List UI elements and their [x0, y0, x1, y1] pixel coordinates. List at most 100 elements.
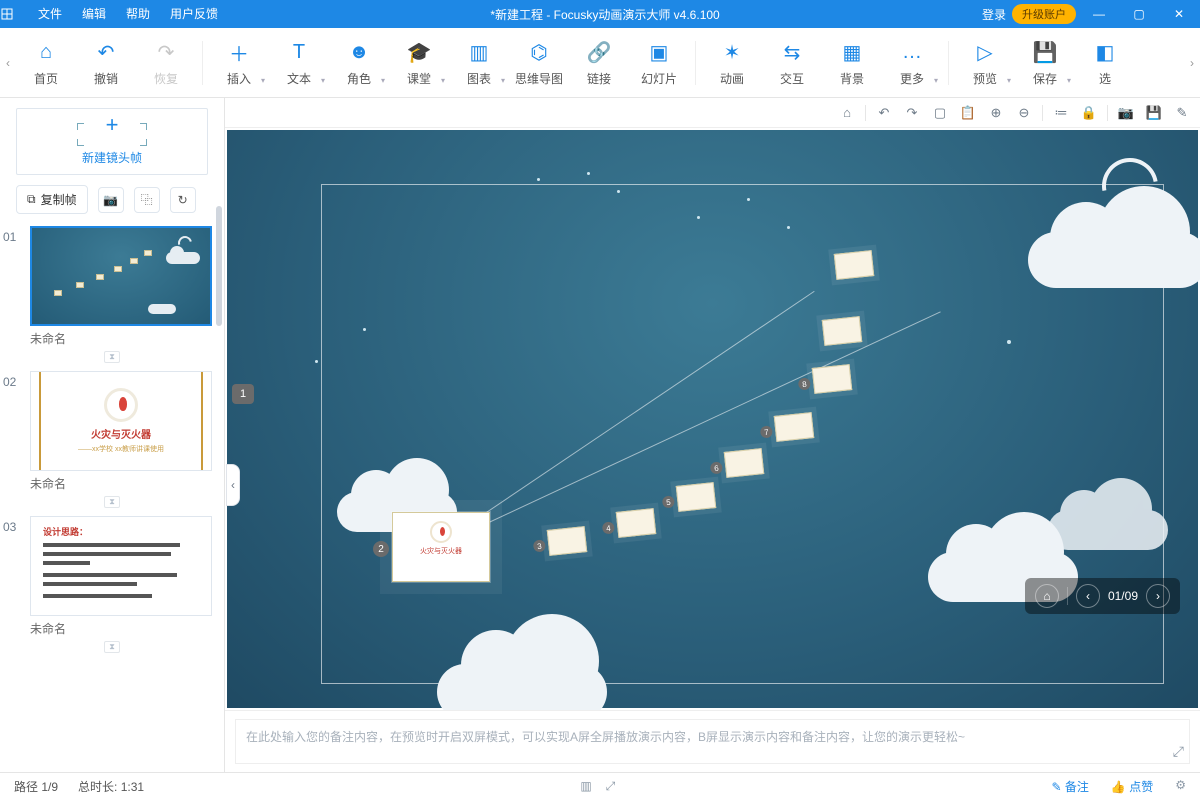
ribbon-课堂[interactable]: 🎓课堂▾: [389, 38, 449, 87]
zoom-out-icon[interactable]: ⊖: [1012, 102, 1036, 124]
rotate-right-icon[interactable]: ↷: [900, 102, 924, 124]
ribbon-icon: ↶: [76, 38, 136, 66]
ribbon-动画[interactable]: ✶ 动画: [702, 38, 762, 87]
lock-icon[interactable]: 🔒: [1077, 102, 1101, 124]
rotate-left-icon[interactable]: ↶: [872, 102, 896, 124]
menu-edit[interactable]: 编辑: [72, 0, 116, 28]
ribbon-prev-icon[interactable]: ‹: [0, 56, 16, 70]
ribbon-更多[interactable]: …更多▾: [882, 38, 942, 87]
expand-notes-icon[interactable]: ⤢: [1173, 743, 1184, 760]
login-link[interactable]: 登录: [982, 6, 1006, 23]
ribbon-撤销[interactable]: ↶撤销: [76, 38, 136, 87]
slide-thumb[interactable]: 02火灾与灭火器——xx学校 xx教师讲课使用未命名⧗: [0, 369, 224, 514]
path-node[interactable]: 7: [774, 412, 815, 442]
slide-thumb[interactable]: 01未命名⧗: [0, 224, 224, 369]
refresh-button[interactable]: ↻: [170, 187, 196, 213]
paste-icon[interactable]: 📋: [956, 102, 980, 124]
close-button[interactable]: ✕: [1162, 0, 1196, 28]
path-node[interactable]: 3: [547, 526, 588, 556]
ribbon-label: 恢复: [136, 70, 196, 87]
ribbon-icon: ⌬: [509, 38, 569, 66]
notes-toggle-button[interactable]: ✎ 备注: [1052, 778, 1089, 795]
slide-number: 01: [3, 230, 16, 244]
ribbon-预览[interactable]: ▷预览▾: [955, 38, 1015, 87]
ribbon-label: 首页: [16, 70, 76, 87]
ribbon-icon: ⌂: [16, 38, 76, 66]
like-button[interactable]: 👍 点赞: [1111, 778, 1153, 795]
menu-help[interactable]: 帮助: [116, 0, 160, 28]
slide-thumb[interactable]: 03设计思路：未命名⧗: [0, 514, 224, 659]
pager-prev-button[interactable]: ‹: [1076, 584, 1100, 608]
copy-icon: ⧉: [27, 192, 36, 207]
zoom-in-icon[interactable]: ⊕: [984, 102, 1008, 124]
ribbon-label: 幻灯片: [629, 70, 689, 87]
refresh-icon: ↻: [178, 193, 188, 207]
path-node[interactable]: 4: [616, 508, 657, 538]
path-node[interactable]: 5: [676, 482, 717, 512]
notes-input[interactable]: 在此处输入您的备注内容，在预览时开启双屏模式，可以实现A屏全屏播放演示内容，B屏…: [235, 719, 1190, 764]
ribbon-icon: ▷: [955, 38, 1015, 66]
ribbon-icon: ▦: [822, 38, 882, 66]
ribbon-保存[interactable]: 💾保存▾: [1015, 38, 1075, 87]
upgrade-button[interactable]: 升级账户: [1012, 4, 1076, 24]
frames-sidebar: + 新建镜头帧 ⧉ 复制帧 📷 ⿻ ↻ 01未命名⧗02火灾与灭火器——xx学校…: [0, 98, 225, 772]
ribbon-恢复[interactable]: ↷恢复: [136, 38, 196, 87]
ribbon-链接[interactable]: 🔗链接: [569, 38, 629, 87]
ribbon-icon: ✶: [702, 38, 762, 66]
pager-home-button[interactable]: ⌂: [1035, 584, 1059, 608]
maximize-button[interactable]: ▢: [1122, 0, 1156, 28]
ribbon-icon: ☻: [329, 38, 389, 66]
collapse-sidebar-button[interactable]: ‹: [226, 464, 240, 506]
ribbon-幻灯片[interactable]: ▣幻灯片: [629, 38, 689, 87]
ribbon-插入[interactable]: ＋插入▾: [209, 38, 269, 87]
canvas-area[interactable]: 1 ‹ 2 火灾与灭火器 34567 8: [227, 130, 1198, 708]
menu-feedback[interactable]: 用户反馈: [160, 0, 228, 28]
path-node[interactable]: 8: [812, 364, 853, 394]
chevron-down-icon: ▾: [1067, 76, 1071, 85]
ribbon-首页[interactable]: ⌂ 首页: [16, 38, 76, 87]
ribbon-思维导图[interactable]: ⌬思维导图: [509, 38, 569, 87]
menu-bar: 文件 编辑 帮助 用户反馈: [28, 0, 228, 28]
align-icon[interactable]: ≔: [1049, 102, 1073, 124]
status-mid-icon[interactable]: ⤢: [606, 779, 616, 794]
slide-caption: 未命名: [30, 620, 212, 637]
qr-button[interactable]: ⿻: [134, 187, 160, 213]
new-frame-button[interactable]: + 新建镜头帧: [16, 108, 208, 175]
camera-button[interactable]: 📷: [98, 187, 124, 213]
ribbon-icon: ⇆: [762, 38, 822, 66]
ribbon-toolbar: ‹ ⌂ 首页↶撤销↷恢复 ＋插入▾T文本▾☻角色▾🎓课堂▾▥图表▾⌬思维导图🔗链接▣…: [0, 28, 1200, 98]
ribbon-图表[interactable]: ▥图表▾: [449, 38, 509, 87]
chevron-down-icon: ▾: [441, 76, 445, 85]
copy-frame-button[interactable]: ⧉ 复制帧: [16, 185, 88, 214]
ribbon-label: 动画: [702, 70, 762, 87]
menu-file[interactable]: 文件: [28, 0, 72, 28]
ribbon-背景[interactable]: ▦背景: [822, 38, 882, 87]
path-node[interactable]: 6: [724, 448, 765, 478]
ribbon-文本[interactable]: T文本▾: [269, 38, 329, 87]
pager-next-button[interactable]: ›: [1146, 584, 1170, 608]
slide-timer-icon: ⧗: [104, 641, 120, 653]
status-duration: 总时长: 1:31: [78, 778, 144, 795]
settings-icon[interactable]: ⚙: [1175, 778, 1186, 795]
path-node[interactable]: [834, 250, 875, 280]
cloud-graphic: [1048, 510, 1168, 550]
new-frame-label: 新建镜头帧: [17, 149, 207, 166]
ribbon-next-icon[interactable]: ›: [1184, 56, 1200, 70]
ribbon-交互[interactable]: ⇆交互: [762, 38, 822, 87]
main-node[interactable]: 2 火灾与灭火器: [392, 512, 490, 582]
ribbon-选[interactable]: ◧选: [1075, 38, 1135, 87]
status-path: 路径 1/9: [14, 778, 58, 795]
path-marker-1[interactable]: 1: [232, 384, 254, 404]
edit-canvas-icon[interactable]: ✎: [1170, 102, 1194, 124]
minimize-button[interactable]: —: [1082, 0, 1116, 28]
ribbon-角色[interactable]: ☻角色▾: [329, 38, 389, 87]
chevron-down-icon: ▾: [934, 76, 938, 85]
ribbon-icon: ◧: [1075, 38, 1135, 66]
slide-timer-icon: ⧗: [104, 351, 120, 363]
fit-screen-icon[interactable]: ▢: [928, 102, 952, 124]
save-canvas-icon[interactable]: 💾: [1142, 102, 1166, 124]
snapshot-icon[interactable]: 📷: [1114, 102, 1138, 124]
home-view-icon[interactable]: ⌂: [835, 102, 859, 124]
status-mid-icon[interactable]: ▥: [580, 779, 591, 794]
path-node[interactable]: [822, 316, 863, 346]
